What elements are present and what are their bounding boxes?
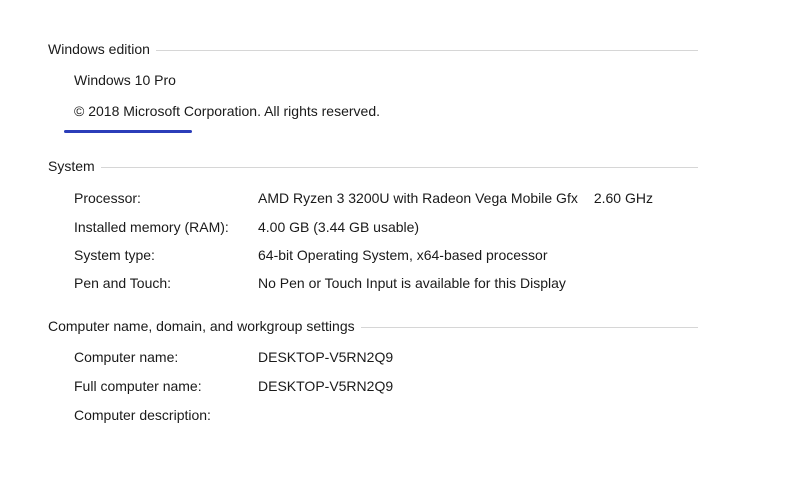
full-computer-name-value: DESKTOP-V5RN2Q9 [258,378,394,394]
section-divider [360,326,698,328]
memory-row: Installed memory (RAM): 4.00 GB (3.44 GB… [74,219,419,239]
full-computer-name-row: Full computer name: DESKTOP-V5RN2Q9 [74,378,393,398]
windows-edition-heading: Windows edition [48,41,150,57]
computer-name-row: Computer name: DESKTOP-V5RN2Q9 [74,349,393,369]
section-divider [155,49,698,51]
system-type-value: 64-bit Operating System, x64-based proce… [258,247,548,263]
computer-description-row: Computer description: [74,407,258,427]
section-divider [100,166,698,168]
computer-settings-heading: Computer name, domain, and workgroup set… [48,318,355,334]
edition-underline [64,130,192,133]
system-header: System [48,157,698,175]
pen-touch-row: Pen and Touch: No Pen or Touch Input is … [74,275,566,295]
system-heading: System [48,158,95,174]
memory-value: 4.00 GB (3.44 GB usable) [258,219,420,235]
computer-name-value: DESKTOP-V5RN2Q9 [258,349,394,365]
computer-settings-header: Computer name, domain, and workgroup set… [48,317,698,335]
computer-description-label: Computer description: [74,407,211,423]
processor-label: Processor: [74,190,141,206]
pen-touch-value: No Pen or Touch Input is available for t… [258,275,566,291]
processor-row: Processor: AMD Ryzen 3 3200U with Radeon… [74,190,653,210]
copyright-text: © 2018 Microsoft Corporation. All rights… [74,103,381,119]
processor-value: AMD Ryzen 3 3200U with Radeon Vega Mobil… [258,190,578,206]
pen-touch-label: Pen and Touch: [74,275,172,291]
system-section: System Processor: AMD Ryzen 3 3200U with… [48,157,698,297]
computer-name-label: Computer name: [74,349,179,365]
windows-edition-section: Windows edition Windows 10 Pro © 2018 Mi… [48,40,698,133]
system-type-label: System type: [74,247,155,263]
system-type-row: System type: 64-bit Operating System, x6… [74,247,547,267]
windows-edition-header: Windows edition [48,40,698,58]
computer-settings-section: Computer name, domain, and workgroup set… [48,317,698,427]
processor-speed: 2.60 GHz [593,190,653,206]
edition-name: Windows 10 Pro [74,72,176,88]
memory-label: Installed memory (RAM): [74,219,229,235]
full-computer-name-label: Full computer name: [74,378,202,394]
